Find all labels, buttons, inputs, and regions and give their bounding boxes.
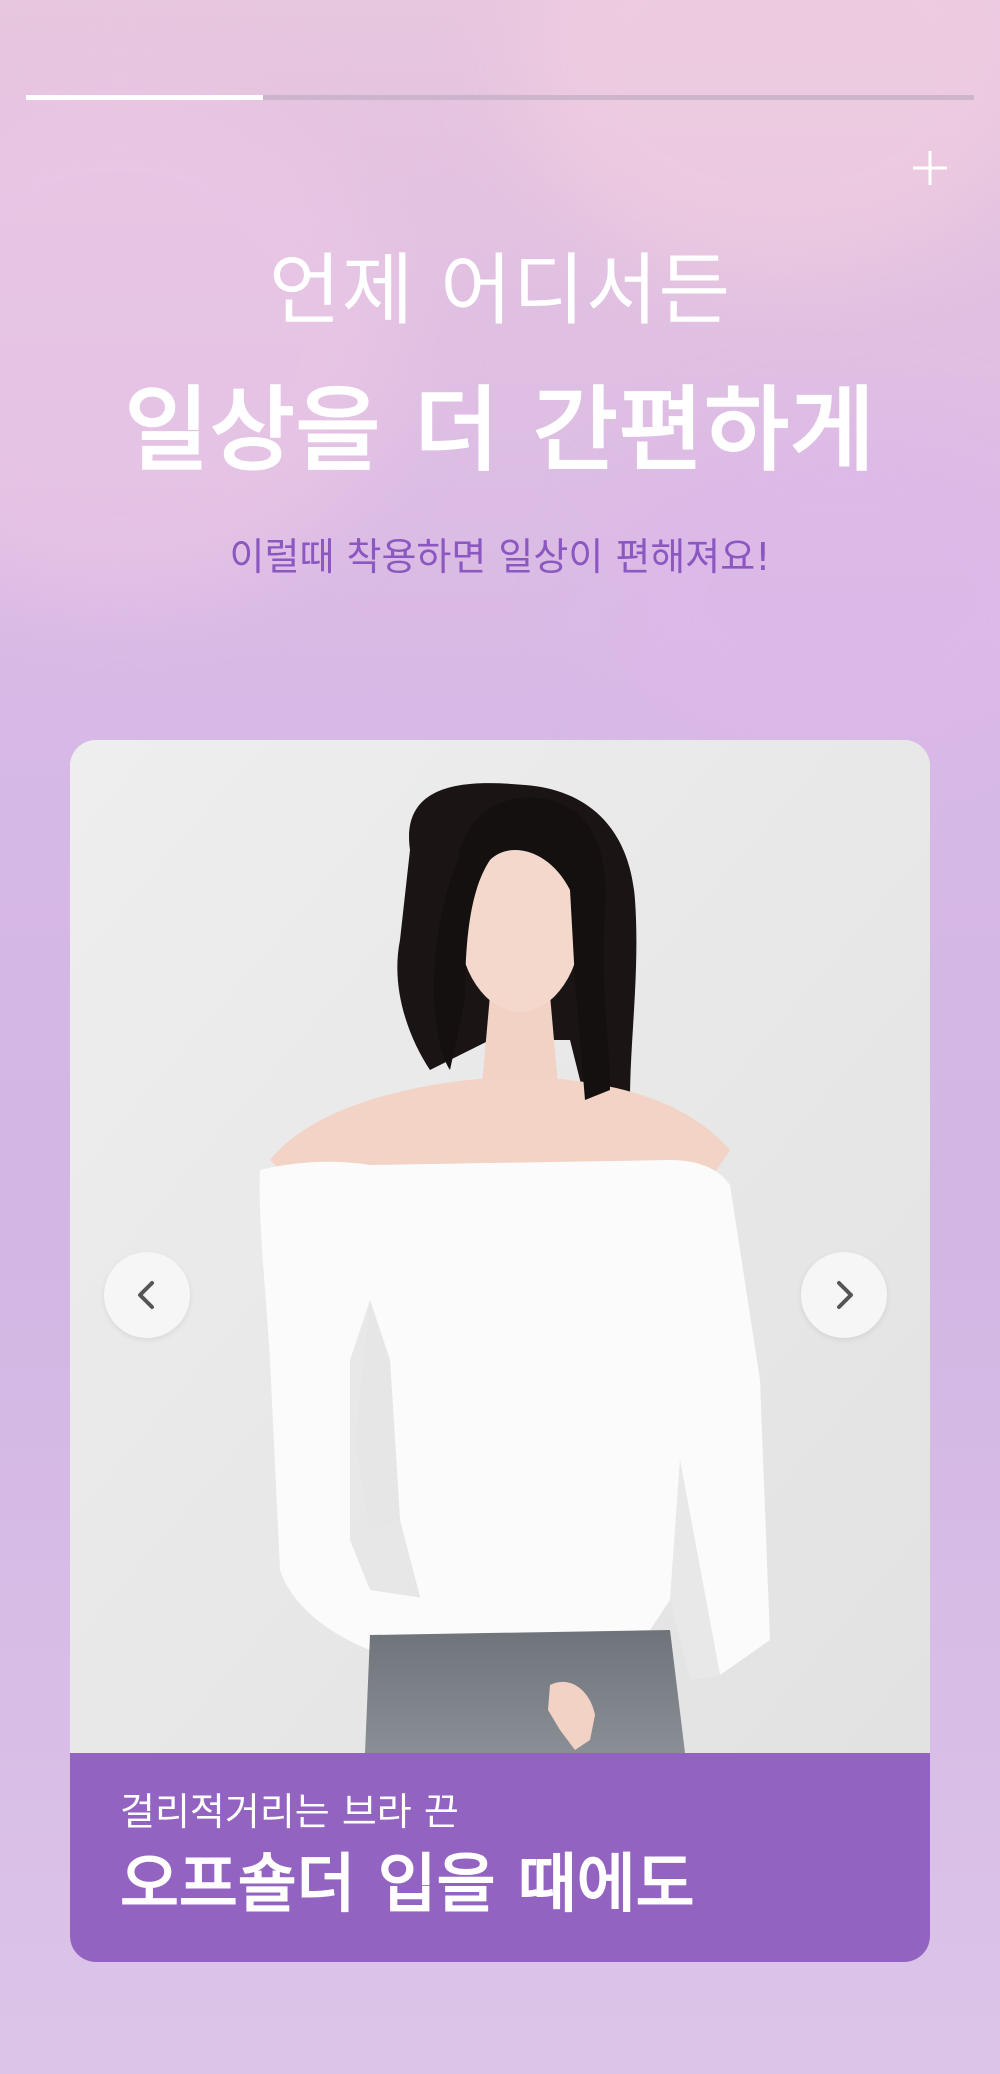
slide-caption: 걸리적거리는 브라 끈 오프숄더 입을 때에도 [70,1753,930,1962]
chevron-left-icon [138,1281,154,1309]
background-glow [520,0,1000,280]
previous-slide-button[interactable] [104,1252,190,1338]
story-page: 언제 어디서든 일상을 더 간편하게 이럴때 착용하면 일상이 편해져요! 걸리… [0,0,1000,2074]
subheading: 이럴때 착용하면 일상이 편해져요! [229,535,771,579]
caption-small-text: 걸리적거리는 브라 끈 [120,1790,459,1834]
heading-line-2: 일상을 더 간편하게 [124,377,876,484]
plus-button[interactable] [910,148,950,188]
slide-card: 걸리적거리는 브라 끈 오프숄더 입을 때에도 [70,740,930,1962]
model-photo [70,740,930,1753]
caption-title: 오프숄더 입을 때에도 [120,1848,695,1922]
background-glow [0,80,400,600]
next-slide-button[interactable] [801,1252,887,1338]
story-progress-bar [26,95,974,100]
story-progress-fill [26,95,263,100]
chevron-right-icon [837,1281,853,1309]
heading-line-1: 언제 어디서든 [268,246,732,336]
plus-icon [913,151,947,185]
